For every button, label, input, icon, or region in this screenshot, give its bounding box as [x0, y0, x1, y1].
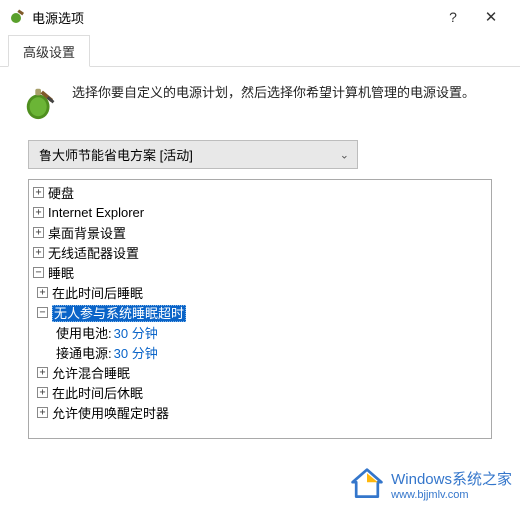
- power-plan-selected-label: 鲁大师节能省电方案 [活动]: [39, 148, 193, 163]
- plan-row: 鲁大师节能省电方案 [活动] ⌄: [0, 134, 520, 179]
- expander-icon[interactable]: +: [37, 387, 48, 398]
- expander-icon[interactable]: +: [33, 187, 44, 198]
- tree-item-sleep: −睡眠 +在此时间后睡眠 −无人参与系统睡眠超时 使用电池:30 分钟 接通电源…: [29, 262, 491, 422]
- titlebar: 电源选项 ? ✕: [0, 0, 520, 34]
- tree-item-allow-wake-timers: +允许使用唤醒定时器: [33, 402, 491, 422]
- battery-icon: [22, 83, 60, 124]
- plugged-in-value: 30 分钟: [114, 346, 158, 361]
- expander-icon[interactable]: −: [33, 267, 44, 278]
- tree-item-sleep-after: +在此时间后睡眠: [33, 282, 491, 302]
- watermark: Windows系统之家 www.bjjmlv.com: [349, 466, 512, 502]
- close-button[interactable]: ✕: [472, 8, 510, 26]
- tree-item-internet-explorer: +Internet Explorer: [29, 202, 491, 222]
- tree-item-wireless-adapter: +无线适配器设置: [29, 242, 491, 262]
- description-text: 选择你要自定义的电源计划，然后选择你希望计算机管理的电源设置。: [72, 83, 475, 124]
- expander-icon[interactable]: −: [37, 307, 48, 318]
- power-plan-select[interactable]: 鲁大师节能省电方案 [活动] ⌄: [28, 140, 358, 169]
- tab-advanced-settings[interactable]: 高级设置: [8, 35, 90, 67]
- on-battery-value: 30 分钟: [114, 326, 158, 341]
- tree-item-hard-disk: +硬盘: [29, 182, 491, 202]
- expander-icon[interactable]: +: [33, 247, 44, 258]
- tabbar: 高级设置: [0, 34, 520, 67]
- help-button[interactable]: ?: [434, 9, 472, 25]
- window-title: 电源选项: [32, 8, 434, 27]
- expander-icon[interactable]: +: [37, 287, 48, 298]
- description-row: 选择你要自定义的电源计划，然后选择你希望计算机管理的电源设置。: [0, 67, 520, 134]
- house-icon: [349, 466, 385, 502]
- expander-icon[interactable]: +: [33, 227, 44, 238]
- tree-item-desktop-background: +桌面背景设置: [29, 222, 491, 242]
- tree-item-unattended-sleep-timeout: −无人参与系统睡眠超时 使用电池:30 分钟 接通电源:30 分钟: [33, 302, 491, 362]
- tree-item-hibernate-after: +在此时间后休眠: [33, 382, 491, 402]
- tree-item-on-battery: 使用电池:30 分钟: [37, 322, 491, 342]
- tree-item-plugged-in: 接通电源:30 分钟: [37, 342, 491, 362]
- power-plan-icon: [10, 9, 26, 25]
- chevron-down-icon: ⌄: [340, 148, 349, 161]
- tree-item-allow-hybrid-sleep: +允许混合睡眠: [33, 362, 491, 382]
- settings-tree[interactable]: +硬盘 +Internet Explorer +桌面背景设置 +无线适配器设置 …: [28, 179, 492, 439]
- expander-icon[interactable]: +: [33, 207, 44, 218]
- expander-icon[interactable]: +: [37, 407, 48, 418]
- expander-icon[interactable]: +: [37, 367, 48, 378]
